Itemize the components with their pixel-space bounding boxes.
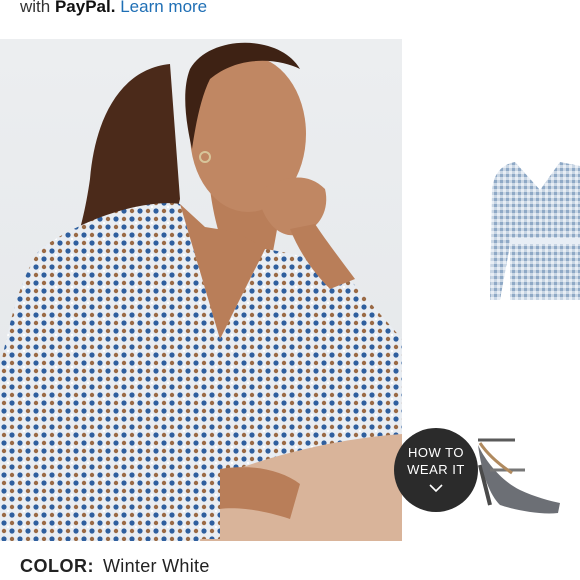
paypal-info: with PayPal. Learn more <box>20 0 207 18</box>
color-label: COLOR: <box>20 556 94 576</box>
color-value: Winter White <box>103 556 210 576</box>
how-to-wear-button[interactable]: HOW TO WEAR IT <box>394 428 478 512</box>
chevron-down-icon <box>428 480 444 497</box>
paypal-brand: PayPal. <box>54 0 116 16</box>
color-selection: COLOR: Winter White <box>20 555 210 577</box>
how-to-line1: HOW TO <box>408 444 464 460</box>
learn-more-link[interactable]: Learn more <box>120 0 207 16</box>
how-to-line2: WEAR IT <box>407 461 465 477</box>
model-photo <box>0 42 402 541</box>
paypal-prefix: with <box>20 0 51 16</box>
blouse-thumbnail-icon[interactable] <box>470 150 580 320</box>
main-product-image[interactable] <box>0 39 402 541</box>
shoe-thumbnail-icon[interactable] <box>470 425 565 520</box>
